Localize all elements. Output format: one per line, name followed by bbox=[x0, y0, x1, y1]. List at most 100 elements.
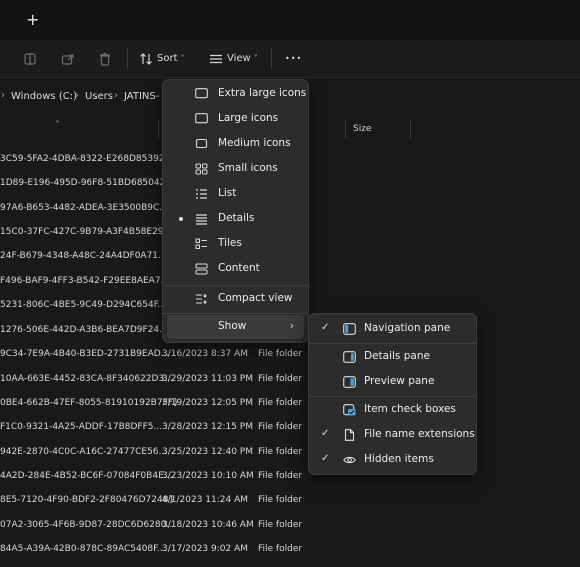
file-type: File folder bbox=[258, 495, 303, 505]
monitor-icon bbox=[195, 113, 208, 124]
breadcrumb-item[interactable]: Users bbox=[85, 91, 113, 102]
date-modified: 3/18/2023 10:46 AM bbox=[162, 520, 254, 530]
date-modified: 3/28/2023 12:15 PM bbox=[162, 422, 253, 432]
check-icon: ✓ bbox=[321, 322, 330, 333]
more-options-button[interactable]: ••• bbox=[285, 40, 302, 77]
view-menu: Extra large icons Large icons Medium ico… bbox=[162, 79, 309, 343]
file-type: File folder bbox=[258, 520, 303, 530]
chevron-down-icon: ˅ bbox=[253, 54, 258, 63]
date-modified: 3/16/2023 8:37 AM bbox=[162, 349, 249, 359]
date-modified: 3/25/2023 12:40 PM bbox=[162, 447, 253, 457]
view-button[interactable]: View ˅ bbox=[209, 40, 258, 77]
trash-icon bbox=[100, 52, 110, 66]
sort-button[interactable]: Sort ˅ bbox=[139, 40, 185, 77]
menu-item-navigation-pane[interactable]: ✓ Navigation pane bbox=[313, 317, 473, 341]
menu-item-details-pane[interactable]: Details pane bbox=[313, 345, 473, 369]
file-name: 84A5-A39A-42B0-878C-89AC5408F... bbox=[0, 544, 166, 554]
column-divider[interactable] bbox=[410, 120, 411, 138]
table-row[interactable]: 0BE4-662B-47EF-8055-81910192B7FF} 3/19/20… bbox=[0, 393, 340, 415]
title-bar: + bbox=[0, 0, 580, 40]
file-name: 1276-506E-442D-A3B6-BEA7D9F24... bbox=[0, 325, 168, 335]
menu-item-hidden-items[interactable]: ✓ Hidden items bbox=[313, 448, 473, 472]
monitor-icon bbox=[195, 138, 208, 149]
menu-item-details[interactable]: Details bbox=[167, 207, 304, 231]
share-button[interactable] bbox=[60, 40, 76, 77]
new-tab-button[interactable]: + bbox=[26, 12, 39, 28]
file-name: 97A6-B653-4482-ADEA-3E3500B9C... bbox=[0, 203, 168, 213]
list-icon bbox=[196, 189, 207, 199]
table-row[interactable]: 9C34-7E9A-4B40-B3ED-2731B9EAD... 3/16/202… bbox=[0, 344, 340, 366]
menu-separator bbox=[163, 285, 308, 286]
file-type: File folder bbox=[258, 447, 303, 457]
menu-item-item-check-boxes[interactable]: Item check boxes bbox=[313, 398, 473, 422]
sort-ascending-icon[interactable]: ˄ bbox=[55, 120, 60, 131]
file-name: 1D89-E196-495D-96F8-51BD685042... bbox=[0, 178, 174, 188]
check-icon: ✓ bbox=[321, 428, 330, 439]
preview-pane-icon bbox=[343, 376, 356, 388]
menu-item-list[interactable]: List bbox=[167, 182, 304, 206]
breadcrumb-separator: › bbox=[75, 90, 79, 101]
details-pane-icon bbox=[343, 351, 356, 363]
file-name: F496-BAF9-4FF3-B542-F29EE8AEA7... bbox=[0, 276, 170, 286]
breadcrumb-separator: › bbox=[1, 90, 5, 101]
toolbar-divider bbox=[127, 49, 128, 69]
breadcrumb-item[interactable]: Windows (C:) bbox=[11, 91, 77, 102]
menu-item-compact-view[interactable]: Compact view bbox=[167, 287, 304, 311]
content-icon bbox=[195, 263, 208, 275]
table-row[interactable]: 07A2-3065-4F6B-9D87-28DC6D6280... 3/18/20… bbox=[0, 515, 340, 537]
file-type: File folder bbox=[258, 398, 303, 408]
monitor-icon bbox=[195, 88, 208, 99]
more-icon: ••• bbox=[285, 54, 303, 63]
table-row[interactable]: 4A2D-284E-4B52-BC6F-07084F0B4E... 3/23/20… bbox=[0, 466, 340, 488]
file-name: 8E5-7120-4F90-BDF2-2F80476D7248} bbox=[0, 495, 175, 505]
checkbox-icon bbox=[343, 404, 356, 416]
navigation-pane-icon bbox=[343, 323, 356, 335]
check-icon: ✓ bbox=[321, 453, 330, 464]
file-type: File folder bbox=[258, 471, 303, 481]
file-type: File folder bbox=[258, 374, 303, 384]
grid-icon bbox=[195, 163, 208, 175]
eye-icon bbox=[343, 456, 356, 464]
command-bar: Sort ˅ View ˅ ••• bbox=[0, 40, 580, 78]
menu-item-large-icons[interactable]: Large icons bbox=[167, 107, 304, 131]
menu-item-content[interactable]: Content bbox=[167, 257, 304, 281]
table-row[interactable]: 84A5-A39A-42B0-878C-89AC5408F... 3/17/202… bbox=[0, 539, 340, 561]
date-modified: 3/17/2023 9:02 AM bbox=[162, 544, 249, 554]
file-name: 24F-B679-4348-A48C-24A4DF0A71... bbox=[0, 251, 167, 261]
date-modified: 3/29/2023 11:03 PM bbox=[162, 374, 253, 384]
file-name: 3C59-5FA2-4DBA-8322-E268D85392... bbox=[0, 154, 174, 164]
column-size[interactable]: Size bbox=[353, 124, 371, 134]
table-row[interactable]: 10AA-663E-4452-83CA-8F340622D3... 3/29/20… bbox=[0, 369, 340, 391]
rename-button[interactable] bbox=[22, 40, 38, 77]
delete-button[interactable] bbox=[97, 40, 113, 77]
file-type: File folder bbox=[258, 544, 303, 554]
breadcrumb-item[interactable]: JATINS- bbox=[124, 91, 159, 102]
menu-item-file-name-extensions[interactable]: ✓ File name extensions bbox=[313, 423, 475, 447]
date-modified: 3/19/2023 12:05 PM bbox=[162, 398, 253, 408]
file-name: 942E-2870-4C0C-A16C-27477CE56... bbox=[0, 447, 168, 457]
menu-item-preview-pane[interactable]: Preview pane bbox=[313, 370, 473, 394]
column-divider[interactable] bbox=[345, 120, 346, 138]
file-name: 10AA-663E-4452-83CA-8F340622D3... bbox=[0, 374, 173, 384]
rename-icon bbox=[24, 52, 36, 65]
sort-icon bbox=[140, 52, 152, 65]
column-divider[interactable] bbox=[158, 120, 159, 138]
share-icon bbox=[61, 53, 74, 65]
compact-icon bbox=[196, 294, 207, 304]
menu-item-small-icons[interactable]: Small icons bbox=[167, 157, 304, 181]
file-name: 5231-806C-4BE5-9C49-D294C654F... bbox=[0, 300, 167, 310]
date-modified: 4/1/2023 11:24 AM bbox=[162, 495, 249, 505]
menu-item-medium-icons[interactable]: Medium icons bbox=[167, 132, 304, 156]
table-row[interactable]: 8E5-7120-4F90-BDF2-2F80476D7248} 4/1/2023… bbox=[0, 490, 340, 512]
table-row[interactable]: 942E-2870-4C0C-A16C-27477CE56... 3/25/202… bbox=[0, 442, 340, 464]
sort-label: Sort bbox=[157, 53, 178, 64]
menu-separator bbox=[163, 313, 308, 314]
menu-item-extra-large-icons[interactable]: Extra large icons bbox=[167, 82, 306, 106]
chevron-down-icon: ˅ bbox=[180, 54, 185, 63]
file-type: File folder bbox=[258, 349, 303, 359]
table-row[interactable]: F1C0-9321-4A25-ADDF-17B8DFF5... 3/28/2023… bbox=[0, 417, 340, 439]
menu-item-tiles[interactable]: Tiles bbox=[167, 232, 304, 256]
menu-item-show[interactable]: Show › bbox=[167, 315, 304, 339]
file-name: 4A2D-284E-4B52-BC6F-07084F0B4E... bbox=[0, 471, 173, 481]
menu-separator bbox=[309, 396, 476, 397]
